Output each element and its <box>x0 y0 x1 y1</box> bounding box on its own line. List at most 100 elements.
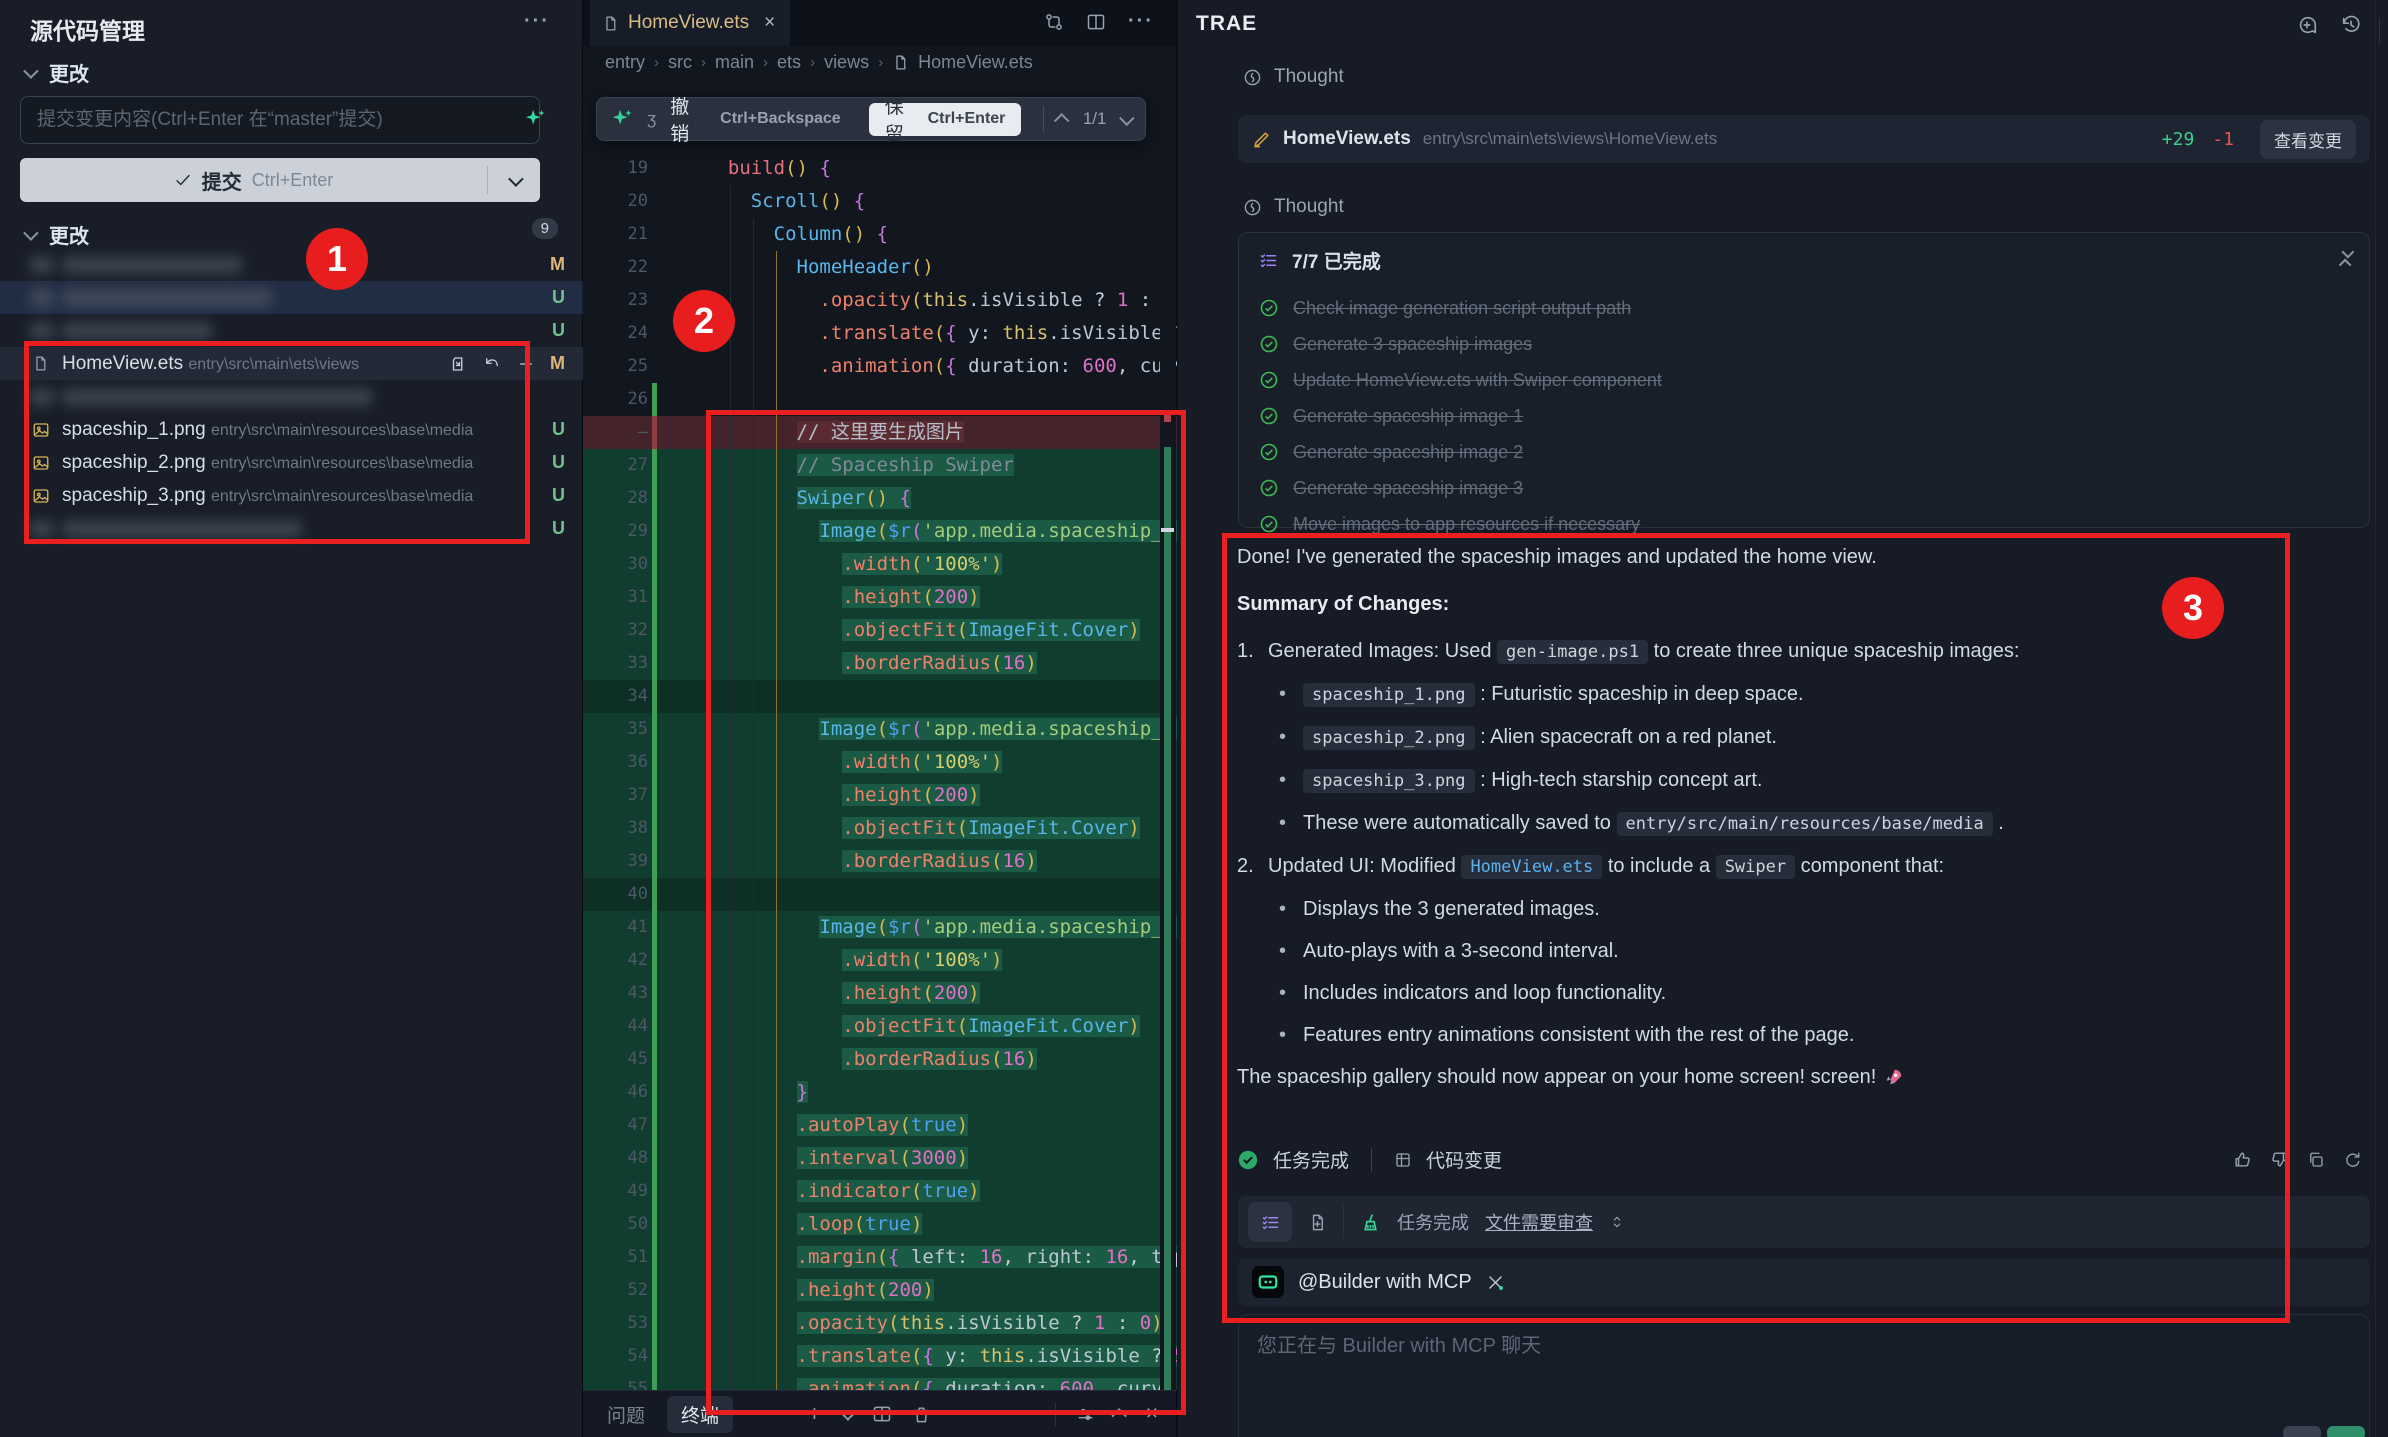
code-line[interactable]: 32 .objectFit(ImageFit.Cover) <box>583 614 1177 647</box>
tab-homeview[interactable]: HomeView.ets × <box>590 0 790 46</box>
copy-icon[interactable] <box>2307 1150 2325 1169</box>
code-line[interactable]: 47 .autoPlay(true) <box>583 1109 1177 1142</box>
tab-terminal[interactable]: 终端 <box>667 1396 733 1433</box>
code-line[interactable]: 20 Scroll() { <box>583 185 1177 218</box>
tab-problems[interactable]: 问题 <box>607 1401 645 1428</box>
updown-icon[interactable] <box>1609 1214 1625 1230</box>
breadcrumb-item[interactable]: HomeView.ets <box>918 52 1033 73</box>
editor-more-icon[interactable]: ··· <box>1128 10 1154 33</box>
thumbs-down-icon[interactable] <box>2270 1150 2289 1169</box>
code-line[interactable]: 49 .indicator(true) <box>583 1175 1177 1208</box>
code-line[interactable]: 54 .translate({ y: this.isVisible ? 50 :… <box>583 1340 1177 1373</box>
commit-dropdown-button[interactable] <box>488 175 540 186</box>
commit-button[interactable]: 提交 Ctrl+Enter <box>20 158 540 202</box>
breadcrumb-item[interactable]: src <box>668 52 692 73</box>
code-line[interactable]: 30 .width('100%') <box>583 548 1177 581</box>
code-line[interactable]: 28 Swiper() { <box>583 482 1177 515</box>
new-chat-icon[interactable] <box>2296 14 2318 36</box>
open-file-icon[interactable] <box>449 355 467 373</box>
commit-message-input[interactable] <box>20 96 540 144</box>
code-line[interactable]: 23 .opacity(this.isVisible ? 1 : 0) <box>583 284 1177 317</box>
breadcrumb-item[interactable]: main <box>715 52 754 73</box>
panel-close-icon[interactable]: × <box>1146 1402 1158 1426</box>
code-line[interactable]: 33 .borderRadius(16) <box>583 647 1177 680</box>
changes-tree-header[interactable]: 更改 <box>24 220 89 249</box>
thought-row[interactable]: Thought <box>1243 66 1344 88</box>
split-terminal-icon[interactable] <box>872 1404 892 1424</box>
code-line[interactable]: 48 .interval(3000) <box>583 1142 1177 1175</box>
code-line[interactable]: 43 .height(200) <box>583 977 1177 1010</box>
new-terminal-icon[interactable]: + <box>808 1401 821 1427</box>
code-line[interactable]: 42 .width('100%') <box>583 944 1177 977</box>
review-files-link[interactable]: 文件需要审查 <box>1485 1209 1593 1235</box>
changed-file-card[interactable]: HomeView.ets entry\src\main\ets\views\Ho… <box>1238 115 2370 163</box>
refresh-icon[interactable] <box>2343 1150 2361 1169</box>
chat-input[interactable] <box>1239 1315 2369 1437</box>
stage-changes-icon[interactable] <box>517 355 535 373</box>
breadcrumb-item[interactable]: views <box>824 52 869 73</box>
code-line[interactable]: 27 // Spaceship Swiper <box>583 449 1177 482</box>
code-line[interactable]: 51 .margin({ left: 16, right: 16, top: 1… <box>583 1241 1177 1274</box>
changes-file-row[interactable]: U <box>0 314 583 347</box>
keep-button[interactable]: 保留 Ctrl+Enter <box>869 103 1022 136</box>
breadcrumb-item[interactable]: entry <box>605 52 645 73</box>
terminal-more-icon[interactable]: ··· <box>951 1403 977 1426</box>
changes-file-row[interactable]: U <box>0 281 583 314</box>
terminal-dropdown-icon[interactable] <box>840 1405 856 1421</box>
next-change-icon[interactable] <box>1120 110 1135 125</box>
code-line[interactable]: 22 HomeHeader() <box>583 251 1177 284</box>
code-line[interactable]: 46 } <box>583 1076 1177 1109</box>
code-line[interactable]: 38 .objectFit(ImageFit.Cover) <box>583 812 1177 845</box>
code-line[interactable]: 53 .opacity(this.isVisible ? 1 : 0) <box>583 1307 1177 1340</box>
overview-ruler[interactable] <box>1160 152 1176 1390</box>
code-changes-label[interactable]: 代码变更 <box>1426 1146 1502 1173</box>
code-line[interactable]: 25 .animation({ duration: 600, curve <box>583 350 1177 383</box>
agent-context-card[interactable]: @Builder with MCP <box>1238 1258 2370 1306</box>
send-button[interactable] <box>2327 1426 2365 1437</box>
thought-row[interactable]: Thought <box>1243 196 1344 218</box>
todo-list-button[interactable] <box>1248 1202 1292 1242</box>
file-plus-icon[interactable] <box>1308 1213 1327 1232</box>
code-line[interactable]: 41 Image($r('app.media.spaceship_3')) <box>583 911 1177 944</box>
panel-more-icon[interactable]: ··· <box>757 1403 782 1425</box>
code-line[interactable]: 21 Column() { <box>583 218 1177 251</box>
changes-section-header[interactable]: 更改 <box>24 58 89 87</box>
changes-file-row[interactable]: spaceship_1.png entry\src\main\resources… <box>0 413 583 446</box>
thumbs-up-icon[interactable] <box>2233 1150 2252 1169</box>
code-line[interactable]: – // 这里要生成图片 <box>583 416 1177 449</box>
code-line[interactable]: 55 .animation({ duration: 600, curve <box>583 1373 1177 1390</box>
code-line[interactable]: 31 .height(200) <box>583 581 1177 614</box>
changes-file-row[interactable]: spaceship_3.png entry\src\main\resources… <box>0 479 583 512</box>
code-line[interactable]: 36 .width('100%') <box>583 746 1177 779</box>
tab-close-icon[interactable]: × <box>764 12 775 34</box>
code-line[interactable]: 40 <box>583 878 1177 911</box>
code-line[interactable]: 35 Image($r('app.media.spaceship_2')) <box>583 713 1177 746</box>
collapse-icon[interactable] <box>2342 249 2351 268</box>
trash-icon[interactable] <box>912 1405 931 1424</box>
code-line[interactable]: 52 .height(200) <box>583 1274 1177 1307</box>
changes-file-row[interactable]: HomeView.ets entry\src\main\ets\viewsM <box>0 347 583 380</box>
changes-file-row[interactable] <box>0 380 583 413</box>
sidebar-more-icon[interactable]: ··· <box>524 10 550 33</box>
panel-scrollbar-edge[interactable] <box>2375 0 2376 1437</box>
view-changes-button[interactable]: 查看变更 <box>2260 120 2356 159</box>
code-line[interactable]: 37 .height(200) <box>583 779 1177 812</box>
panel-maximize-icon[interactable] <box>1111 1408 1127 1424</box>
code-line[interactable]: 44 .objectFit(ImageFit.Cover) <box>583 1010 1177 1043</box>
breadcrumb-item[interactable]: ets <box>777 52 801 73</box>
code-line[interactable]: 19 build() { <box>583 152 1177 185</box>
history-icon[interactable] <box>2340 14 2362 36</box>
changes-file-row[interactable]: M <box>0 248 583 281</box>
changes-file-row[interactable]: spaceship_2.png entry\src\main\resources… <box>0 446 583 479</box>
code-line[interactable]: 29 Image($r('app.media.spaceship_1')) <box>583 515 1177 548</box>
code-line[interactable]: 45 .borderRadius(16) <box>583 1043 1177 1076</box>
prev-change-icon[interactable] <box>1055 113 1070 128</box>
sliders-icon[interactable] <box>1076 1405 1095 1424</box>
git-compare-icon[interactable] <box>1044 12 1064 32</box>
code-line[interactable]: 24 .translate({ y: this.isVisible ? 50 :… <box>583 317 1177 350</box>
split-editor-icon[interactable] <box>1086 12 1106 32</box>
code-line[interactable]: 34 <box>583 680 1177 713</box>
secondary-send-button[interactable] <box>2283 1426 2321 1437</box>
undo-button[interactable]: 撤销 <box>670 92 706 146</box>
breadcrumb[interactable]: entry›src›main›ets›views›HomeView.ets <box>605 52 1033 73</box>
